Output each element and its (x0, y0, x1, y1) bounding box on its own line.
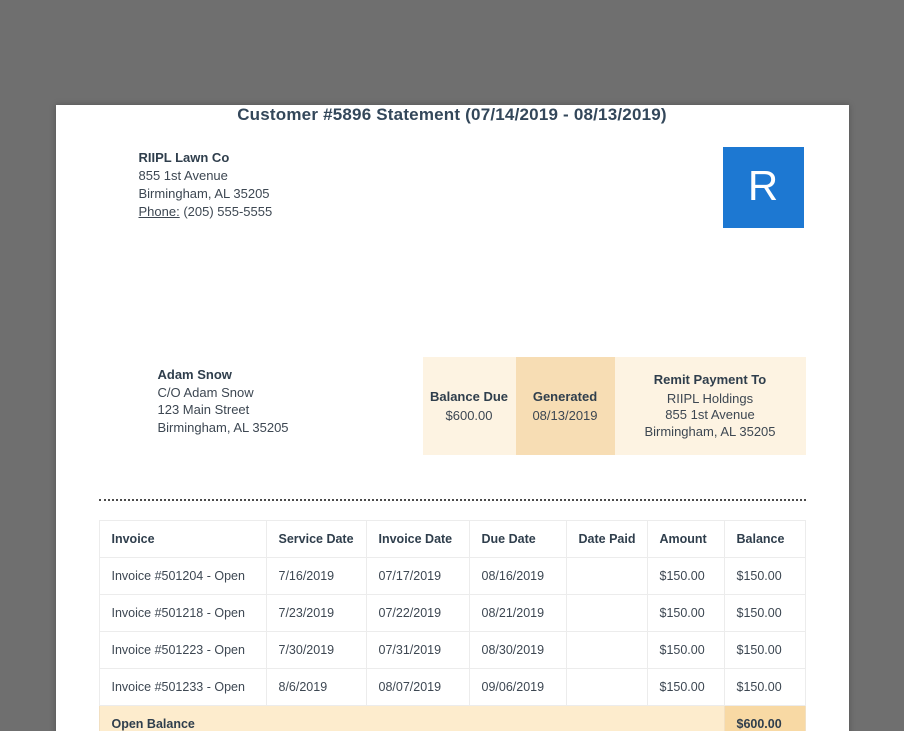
statement-summary: Balance Due $600.00 Generated 08/13/2019… (422, 357, 806, 455)
cell-balance: $150.00 (723, 557, 806, 595)
cell-service-date: 7/16/2019 (265, 557, 367, 595)
cell-service-date: 7/23/2019 (265, 594, 367, 632)
statement-title: Customer #5896 Statement (07/14/2019 - 0… (237, 105, 667, 124)
customer-name: Adam Snow (157, 367, 232, 382)
header-balance: Balance (723, 520, 806, 558)
cell-service-date: 8/6/2019 (265, 668, 367, 706)
customer-address-line2: Birmingham, AL 35205 (157, 419, 289, 435)
table-row: Invoice #501223 - Open 7/30/2019 07/31/2… (98, 631, 806, 669)
cell-invoice-date: 07/17/2019 (365, 557, 470, 595)
cell-invoice-date: 07/31/2019 (365, 631, 470, 669)
header-date-paid: Date Paid (565, 520, 648, 558)
table-row: Invoice #501218 - Open 7/23/2019 07/22/2… (98, 594, 806, 632)
cell-amount: $150.00 (646, 631, 725, 669)
company-logo: R (722, 147, 804, 228)
cell-invoice: Invoice #501218 - Open (98, 594, 267, 632)
statement-header: RIIPL Lawn Co 855 1st Avenue Birmingham,… (99, 147, 806, 299)
cell-service-date: 7/30/2019 (265, 631, 367, 669)
cell-balance: $150.00 (723, 631, 806, 669)
phone-label: Phone: (138, 204, 180, 219)
cell-balance: $150.00 (723, 668, 806, 706)
remit-label: Remit Payment To (653, 372, 767, 387)
cell-invoice: Invoice #501204 - Open (98, 557, 267, 595)
cell-due-date: 09/06/2019 (468, 668, 567, 706)
header-amount: Amount (646, 520, 725, 558)
company-name: RIIPL Lawn Co (138, 150, 230, 165)
remit-name: RIIPL Holdings (666, 390, 754, 406)
cell-amount: $150.00 (646, 594, 725, 632)
table-header-row: Invoice Service Date Invoice Date Due Da… (98, 520, 806, 558)
remit-address1: 855 1st Avenue (665, 407, 755, 422)
generated-cell: Generated 08/13/2019 (515, 357, 615, 455)
open-balance-row: Open Balance $600.00 (98, 705, 806, 731)
document-viewer: Customer #5896 Statement (07/14/2019 - 0… (0, 0, 904, 731)
cell-invoice: Invoice #501233 - Open (98, 668, 267, 706)
cell-invoice: Invoice #501223 - Open (98, 631, 267, 669)
invoice-table: Invoice Service Date Invoice Date Due Da… (98, 520, 806, 731)
remit-payment-cell: Remit Payment To RIIPL Holdings 855 1st … (614, 357, 806, 455)
cell-amount: $150.00 (646, 557, 725, 595)
cell-invoice-date: 08/07/2019 (365, 668, 470, 706)
dotted-divider (98, 499, 806, 501)
statement-page: Customer #5896 Statement (07/14/2019 - 0… (55, 105, 849, 731)
balance-due-label: Balance Due (429, 389, 509, 404)
remit-address2: Birmingham, AL 35205 (644, 423, 776, 439)
cell-invoice-date: 07/22/2019 (365, 594, 470, 632)
cell-due-date: 08/16/2019 (468, 557, 567, 595)
generated-value: 08/13/2019 (532, 408, 598, 423)
open-balance-total: $600.00 (723, 705, 806, 731)
generated-label: Generated (532, 389, 598, 404)
table-row: Invoice #501204 - Open 7/16/2019 07/17/2… (98, 557, 806, 595)
phone-value: (205) 555-5555 (183, 204, 273, 219)
balance-due-value: $600.00 (445, 408, 493, 423)
header-service-date: Service Date (265, 520, 367, 558)
billing-section: Adam Snow C/O Adam Snow 123 Main Street … (99, 357, 806, 455)
open-balance-label: Open Balance (98, 705, 725, 731)
company-address-line1: 855 1st Avenue (138, 168, 228, 183)
customer-info: Adam Snow C/O Adam Snow 123 Main Street … (158, 366, 289, 436)
cell-date-paid (565, 594, 648, 632)
cell-balance: $150.00 (723, 594, 806, 632)
company-address-line2: Birmingham, AL 35205 (138, 186, 270, 201)
cell-due-date: 08/30/2019 (468, 631, 567, 669)
cell-date-paid (565, 557, 648, 595)
table-row: Invoice #501233 - Open 8/6/2019 08/07/20… (98, 668, 806, 706)
cell-amount: $150.00 (646, 668, 725, 706)
company-phone: Phone: (205) 555-5555 (139, 203, 806, 221)
company-logo-letter: R (747, 161, 779, 209)
header-invoice: Invoice (98, 520, 267, 558)
customer-address-line1: 123 Main Street (157, 402, 250, 417)
header-due-date: Due Date (468, 520, 567, 558)
customer-care-of: C/O Adam Snow (157, 384, 254, 400)
cell-due-date: 08/21/2019 (468, 594, 567, 632)
cell-date-paid (565, 631, 648, 669)
balance-due-cell: Balance Due $600.00 (422, 357, 516, 455)
company-info: RIIPL Lawn Co 855 1st Avenue Birmingham,… (139, 149, 806, 221)
header-invoice-date: Invoice Date (365, 520, 470, 558)
cell-date-paid (565, 668, 648, 706)
